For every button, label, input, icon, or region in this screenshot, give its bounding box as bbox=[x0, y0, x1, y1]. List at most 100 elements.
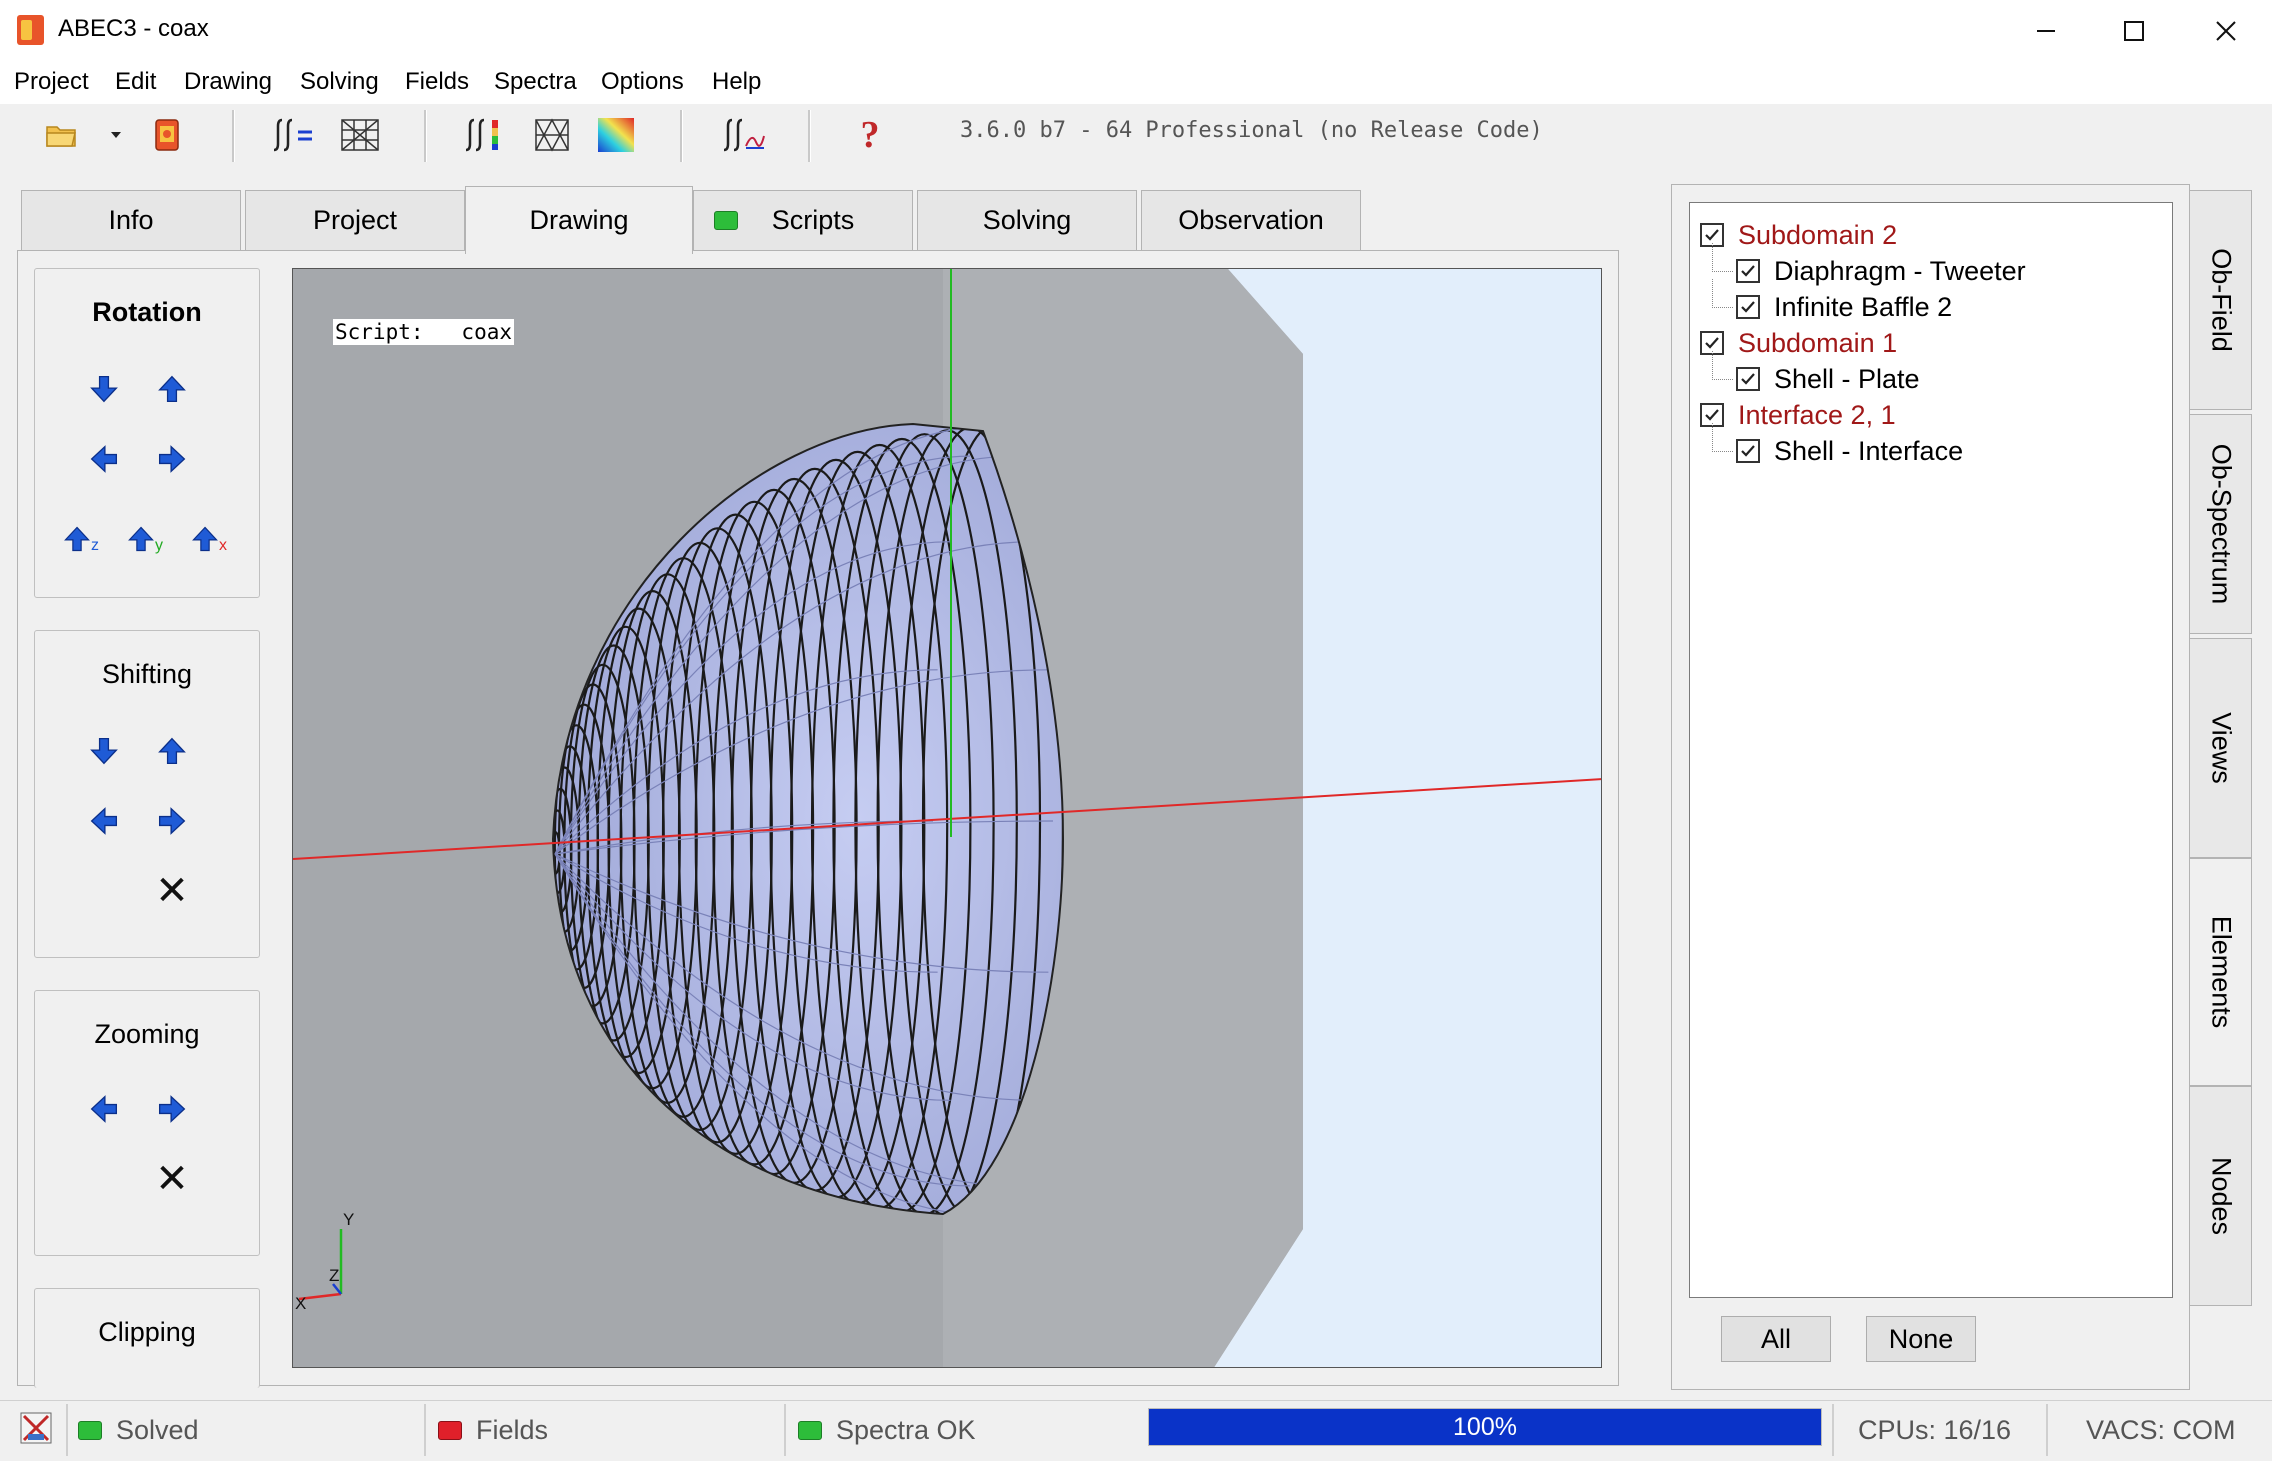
checkmark-icon bbox=[1705, 337, 1719, 349]
shift-reset-button[interactable]: ✕ bbox=[155, 871, 189, 911]
shift-right-button[interactable] bbox=[155, 804, 189, 838]
tab-project[interactable]: Project bbox=[245, 190, 465, 250]
rotate-x-button[interactable]: x bbox=[187, 522, 231, 556]
status-separator bbox=[424, 1404, 426, 1456]
tab-elements[interactable]: Elements bbox=[2190, 858, 2252, 1086]
tree-connector bbox=[1712, 243, 1733, 272]
tree-item-label: Shell - Interface bbox=[1774, 435, 1964, 466]
shifting-group: Shifting ✕ bbox=[34, 630, 260, 958]
toolbar-separator bbox=[232, 110, 235, 162]
toolbar-separator bbox=[680, 110, 683, 162]
zooming-group: Zooming ✕ bbox=[34, 990, 260, 1256]
status-fields-label: Fields bbox=[476, 1414, 549, 1445]
tab-views[interactable]: Views bbox=[2190, 638, 2252, 858]
tree-checkbox[interactable] bbox=[1736, 259, 1760, 283]
tree-item-row[interactable]: Shell - Plate bbox=[1736, 361, 1920, 397]
drawing-viewport[interactable]: Y Z X Script: coax bbox=[292, 268, 1602, 1368]
tab-ob-spectrum[interactable]: Ob-Spectrum bbox=[2190, 414, 2252, 634]
menu-drawing[interactable]: Drawing bbox=[184, 68, 272, 96]
tree-checkbox[interactable] bbox=[1736, 439, 1760, 463]
rotation-group: Rotation z y x bbox=[34, 268, 260, 598]
zoom-out-button[interactable] bbox=[87, 1092, 121, 1126]
menu-spectra[interactable]: Spectra bbox=[494, 68, 577, 96]
progress-text: 100% bbox=[1453, 1412, 1517, 1441]
shift-down-button[interactable] bbox=[87, 734, 121, 768]
zoom-in-button[interactable] bbox=[155, 1092, 189, 1126]
tree-checkbox[interactable] bbox=[1736, 295, 1760, 319]
tab-ob-field[interactable]: Ob-Field bbox=[2190, 190, 2252, 410]
rotate-y-button[interactable]: y bbox=[123, 522, 167, 556]
shift-left-button[interactable] bbox=[87, 804, 121, 838]
arrow-left-icon bbox=[89, 1094, 119, 1124]
rotate-left-button[interactable] bbox=[87, 442, 121, 476]
axis-label-y: Y bbox=[343, 1210, 354, 1229]
arrow-up-icon bbox=[157, 374, 187, 404]
select-all-button[interactable]: All bbox=[1721, 1316, 1831, 1362]
tab-info[interactable]: Info bbox=[21, 190, 241, 250]
scripts-status-led bbox=[714, 211, 738, 230]
tab-label: Info bbox=[108, 205, 154, 235]
tab-drawing[interactable]: Drawing bbox=[465, 186, 693, 254]
tab-observation[interactable]: Observation bbox=[1141, 190, 1361, 250]
tab-scripts[interactable]: Scripts bbox=[693, 190, 913, 250]
arrow-down-icon bbox=[89, 374, 119, 404]
tab-label: Nodes bbox=[2206, 1156, 2236, 1236]
zoom-reset-button[interactable]: ✕ bbox=[155, 1159, 189, 1199]
tab-label: Ob-Spectrum bbox=[2206, 443, 2236, 605]
tree-item-label: Shell - Plate bbox=[1774, 363, 1920, 394]
tree-connector bbox=[1712, 423, 1733, 452]
status-separator bbox=[2046, 1404, 2048, 1456]
menu-fields[interactable]: Fields bbox=[405, 68, 469, 96]
mesh-grid-icon[interactable] bbox=[336, 112, 384, 158]
tree-item-row[interactable]: Shell - Interface bbox=[1736, 433, 1963, 469]
tree-checkbox[interactable] bbox=[1736, 367, 1760, 391]
tree-item-row[interactable]: Infinite Baffle 2 bbox=[1736, 289, 1952, 325]
menu-options[interactable]: Options bbox=[601, 68, 684, 96]
project-book-icon[interactable] bbox=[150, 112, 184, 158]
mesh-triangle-icon[interactable] bbox=[528, 112, 576, 158]
clipping-group: Clipping bbox=[34, 1288, 260, 1388]
status-spectra: Spectra OK bbox=[798, 1408, 976, 1452]
tab-label: Drawing bbox=[529, 205, 629, 235]
tab-label: Views bbox=[2206, 712, 2236, 784]
rotate-up-button[interactable] bbox=[155, 372, 189, 406]
elements-tree[interactable]: Subdomain 2 Diaphragm - Tweeter Infinite B… bbox=[1689, 202, 2173, 1298]
status-separator bbox=[66, 1404, 68, 1456]
shift-up-button[interactable] bbox=[155, 734, 189, 768]
integral-equation-icon[interactable] bbox=[270, 112, 318, 158]
rotate-z-button[interactable]: z bbox=[59, 522, 103, 556]
help-icon[interactable]: ? bbox=[852, 112, 888, 158]
select-none-button[interactable]: None bbox=[1866, 1316, 1976, 1362]
integral-curve-icon[interactable] bbox=[720, 112, 768, 158]
open-folder-icon[interactable] bbox=[44, 112, 80, 158]
solved-led bbox=[78, 1420, 102, 1440]
menu-project[interactable]: Project bbox=[14, 68, 89, 96]
maximize-button[interactable] bbox=[2088, 0, 2180, 62]
axis-z-label: z bbox=[91, 537, 99, 554]
arrow-up-icon bbox=[191, 524, 219, 554]
menu-edit[interactable]: Edit bbox=[115, 68, 156, 96]
tree-item-label: Diaphragm - Tweeter bbox=[1774, 255, 2026, 286]
integral-color-icon[interactable] bbox=[462, 112, 510, 158]
color-map-icon[interactable] bbox=[594, 112, 638, 158]
tab-solving[interactable]: Solving bbox=[917, 190, 1137, 250]
rotate-right-button[interactable] bbox=[155, 442, 189, 476]
close-button[interactable] bbox=[2180, 0, 2272, 62]
checkmark-icon bbox=[1705, 409, 1719, 421]
minimize-button[interactable] bbox=[2000, 0, 2092, 62]
arrow-right-icon bbox=[157, 806, 187, 836]
axis-x-label: x bbox=[219, 537, 227, 554]
menu-help[interactable]: Help bbox=[712, 68, 761, 96]
window-title: ABEC3 - coax bbox=[58, 15, 209, 42]
arrow-left-icon bbox=[89, 806, 119, 836]
status-solved-label: Solved bbox=[116, 1414, 199, 1445]
rotate-down-button[interactable] bbox=[87, 372, 121, 406]
menu-solving[interactable]: Solving bbox=[300, 68, 379, 96]
app-icon bbox=[17, 15, 44, 45]
toolbar-separator bbox=[424, 110, 427, 162]
tab-nodes[interactable]: Nodes bbox=[2190, 1086, 2252, 1306]
axis-y-label: y bbox=[155, 537, 163, 554]
tab-label: Scripts bbox=[771, 205, 855, 235]
dropdown-arrow-icon[interactable] bbox=[104, 112, 128, 158]
tree-item-row[interactable]: Diaphragm - Tweeter bbox=[1736, 253, 2026, 289]
